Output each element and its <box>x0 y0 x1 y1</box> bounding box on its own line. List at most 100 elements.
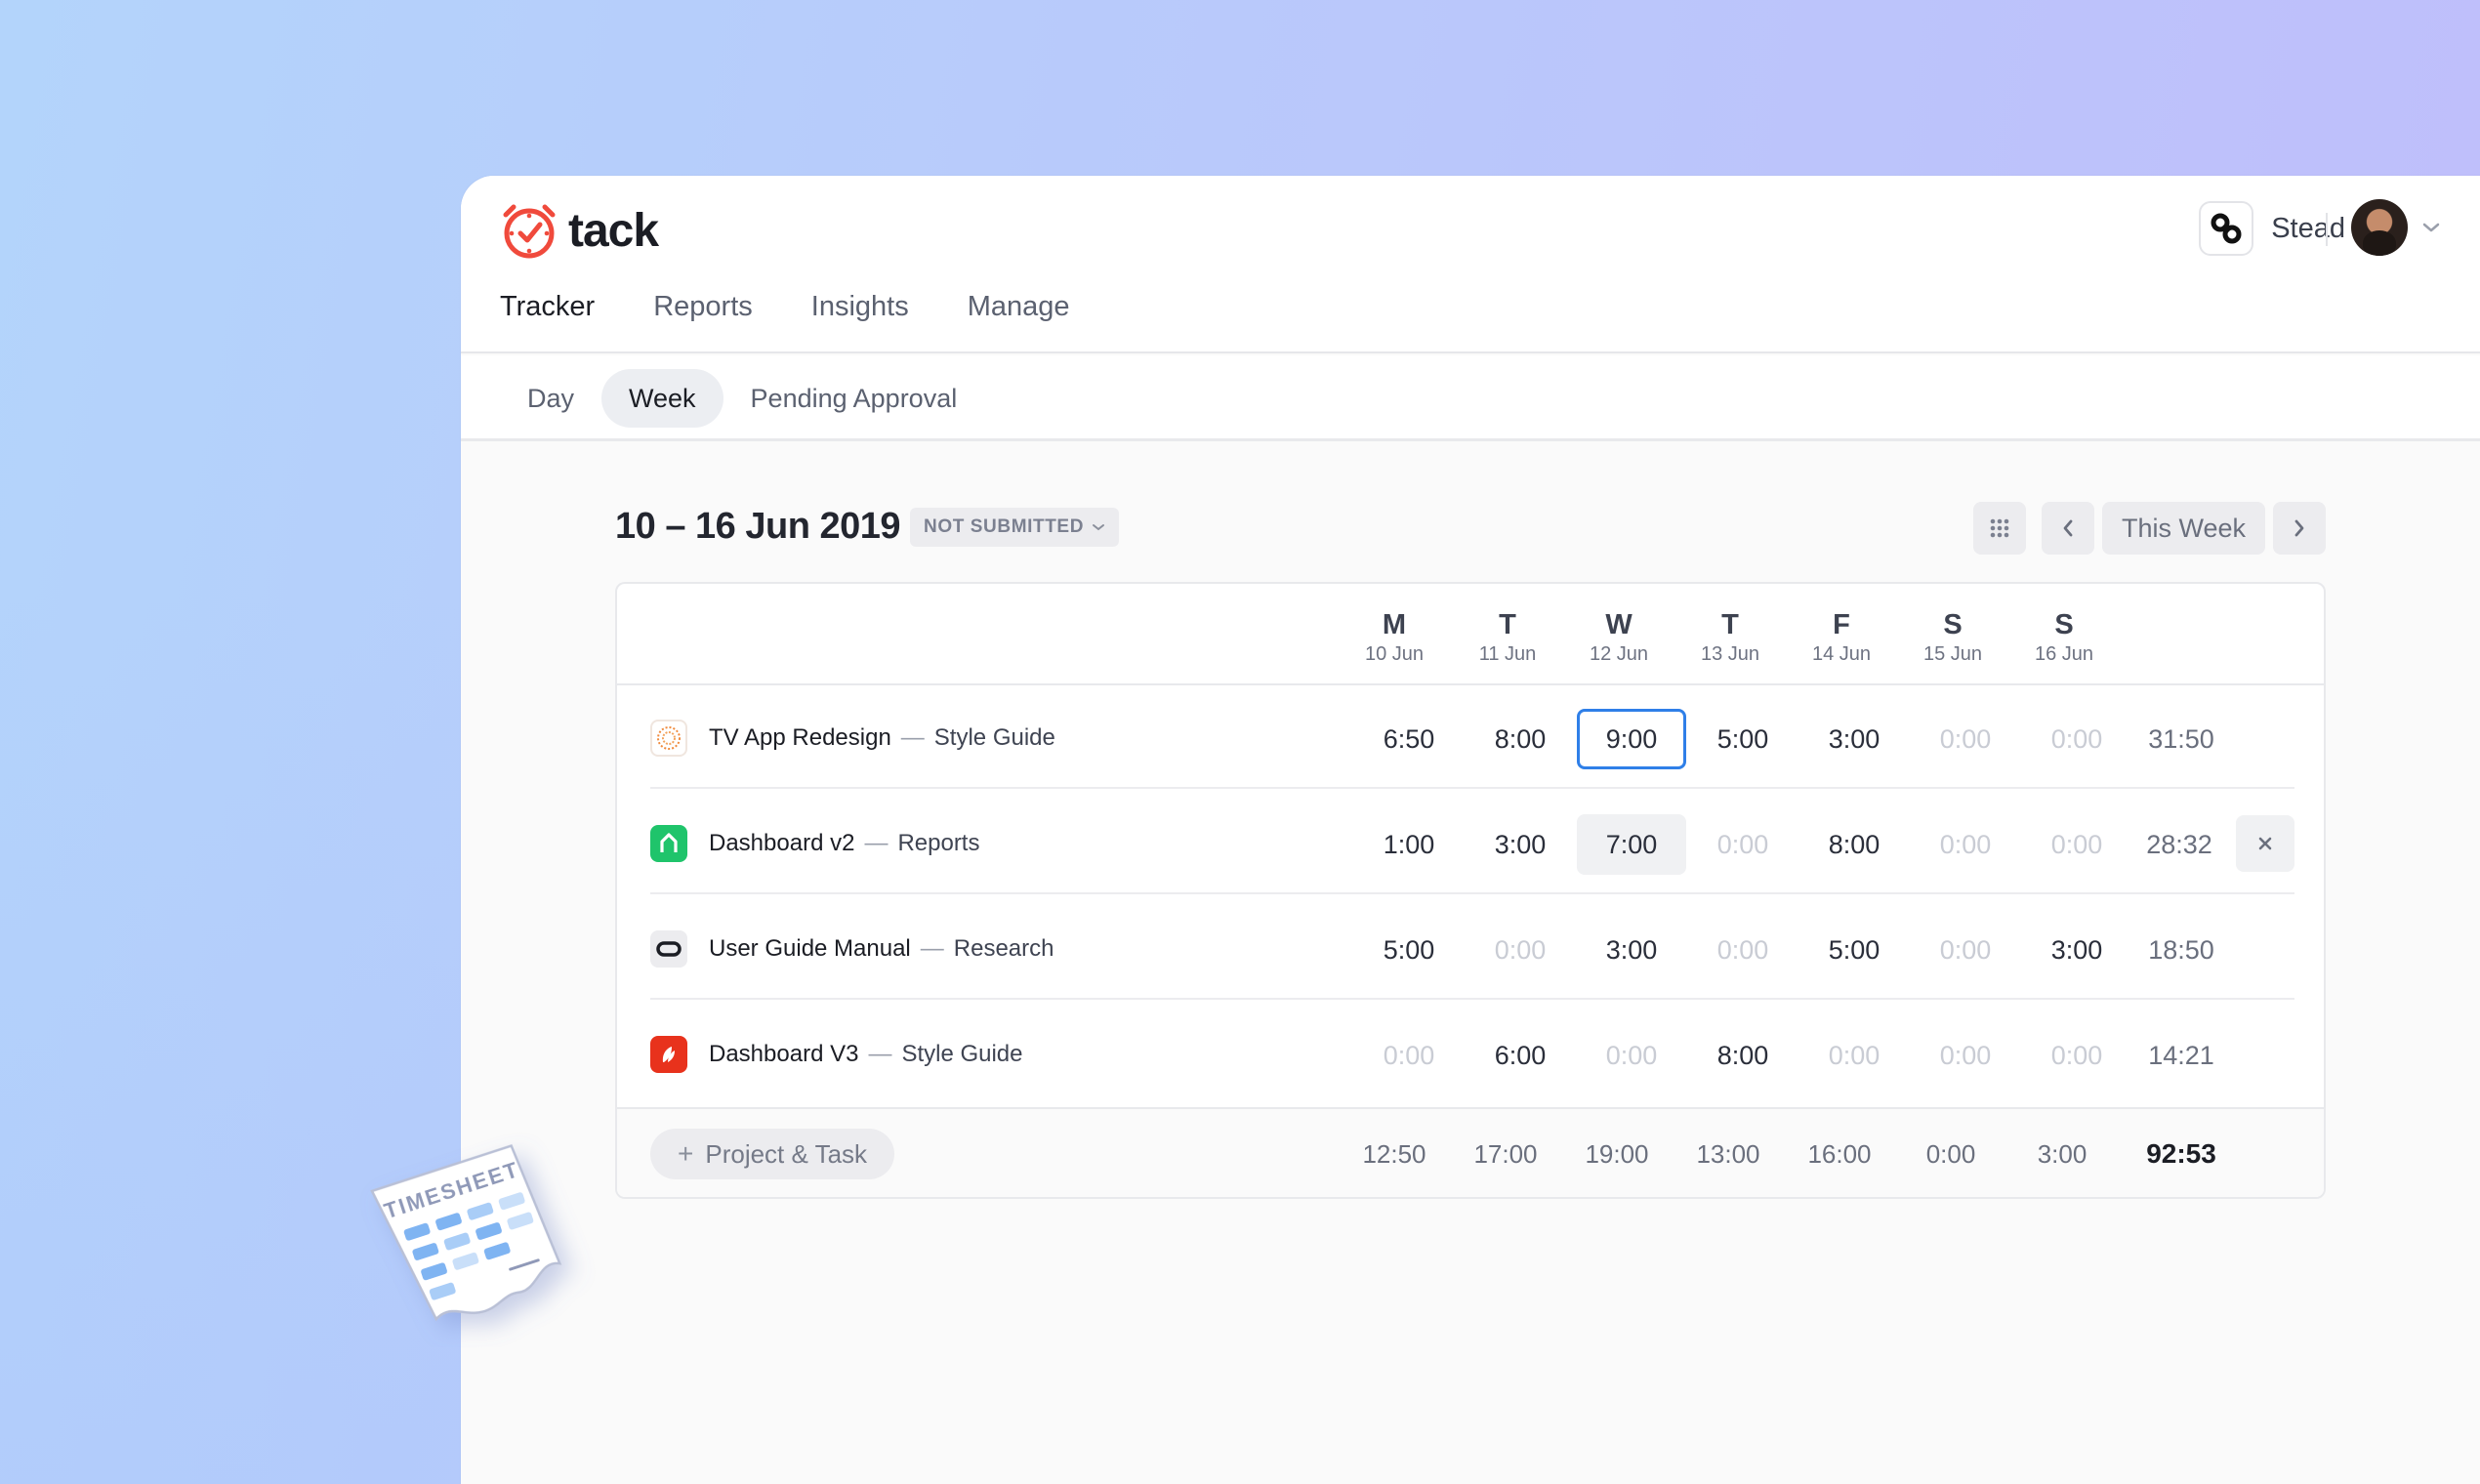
timesheet-sticker-icon: TIMESHEET <box>370 1144 562 1322</box>
hours-cell-sat[interactable]: 0:00 <box>1911 709 2020 769</box>
hours-cell-sun[interactable]: 0:00 <box>2022 814 2131 875</box>
hours-cell-mon[interactable]: 0:00 <box>1354 1025 1464 1086</box>
workspace-logo-icon <box>2199 201 2254 256</box>
pill-logo-icon <box>650 930 687 968</box>
nav-tracker[interactable]: Tracker <box>500 291 595 351</box>
workspace-switcher[interactable]: Stead <box>2199 201 2345 256</box>
day-date: 15 Jun <box>1922 643 1983 665</box>
hours-cell-sat[interactable]: 0:00 <box>1911 1025 2020 1086</box>
hours-cell-tue[interactable]: 0:00 <box>1466 920 1575 980</box>
app-window: tack Tracker Reports Insights Manage Ste… <box>461 176 2480 1484</box>
this-week-button[interactable]: This Week <box>2101 502 2265 555</box>
day-total-sat: 0:00 <box>1925 1139 1976 1169</box>
day-date: 10 Jun <box>1364 643 1425 665</box>
day-total-tue: 17:00 <box>1473 1139 1538 1169</box>
add-project-task-button[interactable]: + Project & Task <box>650 1129 895 1179</box>
leaf-logo-icon <box>650 1036 687 1073</box>
nav-reports[interactable]: Reports <box>653 291 753 351</box>
grid-view-button[interactable] <box>1972 502 2026 555</box>
hours-cell-sun[interactable]: 0:00 <box>2022 1025 2131 1086</box>
task-name: Style Guide <box>901 1041 1023 1067</box>
day-total-thu: 13:00 <box>1696 1139 1760 1169</box>
close-icon <box>2258 837 2272 850</box>
hours-cell-wed[interactable]: 7:00 <box>1577 814 1686 875</box>
hours-cell-sat[interactable]: 0:00 <box>1911 920 2020 980</box>
tab-week[interactable]: Week <box>601 369 723 428</box>
table-header: M 10 Jun T 11 Jun W 12 Jun T 13 Jun F 14 Jun … <box>617 584 2324 685</box>
hours-cell-thu[interactable]: 8:00 <box>1688 1025 1798 1086</box>
app-logo[interactable]: tack <box>500 201 659 260</box>
row-total: 28:32 <box>2146 830 2212 859</box>
hours-cell-fri[interactable]: 0:00 <box>1799 1025 1909 1086</box>
view-tabs: Day Week Pending Approval <box>500 369 984 428</box>
table-footer: + Project & Task 12:50 17:00 19:00 13:00… <box>617 1107 2324 1197</box>
project-name: Dashboard v2 <box>709 830 855 856</box>
hours-cell-mon[interactable]: 5:00 <box>1354 920 1464 980</box>
row-total: 18:50 <box>2148 935 2214 965</box>
day-letter: T <box>1499 609 1516 640</box>
day-total-wed: 19:00 <box>1585 1139 1649 1169</box>
hours-cell-thu[interactable]: 0:00 <box>1688 814 1798 875</box>
hours-cell-sun[interactable]: 0:00 <box>2022 709 2131 769</box>
grand-total: 92:53 <box>2146 1138 2216 1169</box>
hours-cell-fri[interactable]: 8:00 <box>1799 814 1909 875</box>
hours-cell-tue[interactable]: 6:00 <box>1466 1025 1575 1086</box>
delete-row-button[interactable] <box>2236 815 2294 872</box>
hours-cell-thu[interactable]: 5:00 <box>1688 709 1798 769</box>
day-date: 16 Jun <box>2034 643 2094 665</box>
user-menu[interactable] <box>2351 199 2441 256</box>
day-letter: S <box>2054 609 2074 640</box>
day-letter: F <box>1833 609 1850 640</box>
task-name: Research <box>953 935 1054 962</box>
task-name: Reports <box>897 830 980 856</box>
day-date: 11 Jun <box>1478 643 1537 665</box>
sun-logo-icon <box>650 720 687 757</box>
day-header-wed: W 12 Jun <box>1570 609 1668 666</box>
nav-insights[interactable]: Insights <box>811 291 909 351</box>
week-controls: This Week <box>1972 502 2326 555</box>
hours-cell-wed[interactable]: 0:00 <box>1577 1025 1686 1086</box>
hours-cell-fri[interactable]: 5:00 <box>1799 920 1909 980</box>
project-task-label[interactable]: Dashboard v2 — Reports <box>709 830 979 857</box>
status-dropdown[interactable]: NOT SUBMITTED <box>910 508 1120 547</box>
hours-cell-sun[interactable]: 3:00 <box>2022 920 2131 980</box>
hours-cell-thu[interactable]: 0:00 <box>1688 920 1798 980</box>
day-letter: W <box>1605 609 1633 640</box>
day-header-mon: M 10 Jun <box>1345 609 1443 666</box>
hours-cell-wed[interactable]: 3:00 <box>1577 920 1686 980</box>
hours-cell-fri[interactable]: 3:00 <box>1799 709 1909 769</box>
row-total: 31:50 <box>2148 724 2214 754</box>
table-row: Dashboard V3— Style Guide 0:00 6:00 0:00 … <box>650 1002 2294 1105</box>
top-bar: tack Tracker Reports Insights Manage Ste… <box>461 176 2480 353</box>
separator-dash: — <box>900 724 925 751</box>
chevron-left-icon <box>2063 519 2073 537</box>
day-date: 14 Jun <box>1811 643 1872 665</box>
day-total-mon: 12:50 <box>1362 1139 1426 1169</box>
previous-week-button[interactable] <box>2041 502 2094 555</box>
chevron-right-icon <box>2294 519 2304 537</box>
separator-dash: — <box>920 935 944 962</box>
hours-cell-mon[interactable]: 1:00 <box>1354 814 1464 875</box>
project-task-label[interactable]: TV App Redesign — Style Guide <box>709 724 1055 752</box>
hours-cell-mon[interactable]: 6:50 <box>1354 709 1464 769</box>
day-letter: T <box>1721 609 1739 640</box>
hours-cell-wed[interactable]: 9:00 <box>1577 709 1686 769</box>
day-date: 12 Jun <box>1589 643 1649 665</box>
main-nav: Tracker Reports Insights Manage <box>500 291 1129 351</box>
project-name: Dashboard V3 <box>709 1041 859 1067</box>
day-header-sun: S 16 Jun <box>2015 609 2113 666</box>
next-week-button[interactable] <box>2273 502 2326 555</box>
tab-pending-approval[interactable]: Pending Approval <box>723 369 985 428</box>
status-label: NOT SUBMITTED <box>924 516 1085 537</box>
hours-cell-tue[interactable]: 8:00 <box>1466 709 1575 769</box>
separator-dash: — <box>868 1041 892 1067</box>
app-name: tack <box>568 204 659 257</box>
tab-day[interactable]: Day <box>500 369 601 428</box>
hours-cell-tue[interactable]: 3:00 <box>1466 814 1575 875</box>
stopwatch-icon <box>503 204 556 259</box>
project-task-label[interactable]: User Guide Manual — Research <box>709 935 1054 963</box>
project-task-label[interactable]: Dashboard V3 — Style Guide <box>709 1041 1023 1068</box>
table-row: TV App Redesign — Style Guide 6:50 8:00 9:… <box>650 685 2294 789</box>
hours-cell-sat[interactable]: 0:00 <box>1911 814 2020 875</box>
nav-manage[interactable]: Manage <box>968 291 1070 351</box>
